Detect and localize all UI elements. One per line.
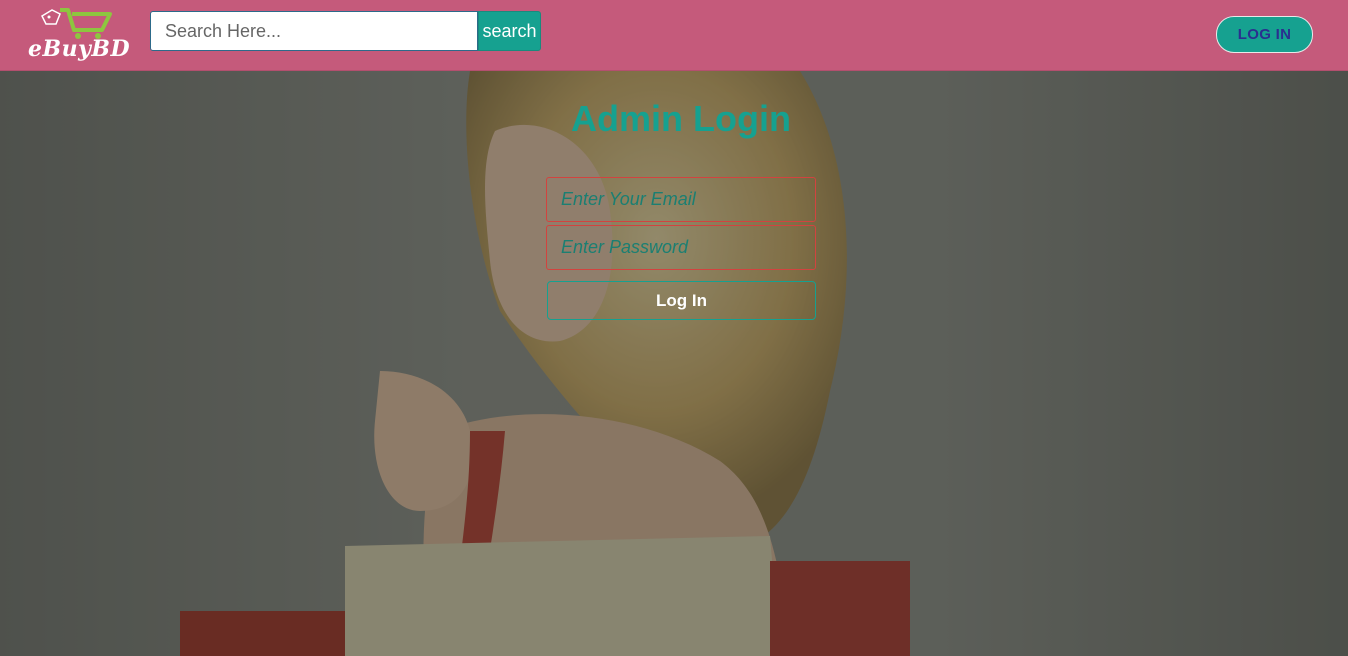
header-login-button[interactable]: LOG IN [1216, 16, 1313, 53]
search-input[interactable] [150, 11, 478, 51]
logo-text: eBuyBD [28, 36, 131, 62]
top-navbar: eBuyBD search LOG IN [0, 0, 1348, 71]
search-button[interactable]: search [478, 11, 541, 51]
password-field[interactable] [546, 225, 816, 270]
site-logo[interactable]: eBuyBD [28, 6, 132, 66]
login-submit-button[interactable]: Log In [547, 281, 816, 320]
hero-background-image [0, 71, 1348, 656]
page-title: Admin Login [571, 98, 791, 139]
email-field[interactable] [546, 177, 816, 222]
shopping-cart-icon [41, 8, 112, 39]
dark-overlay [0, 71, 1348, 656]
